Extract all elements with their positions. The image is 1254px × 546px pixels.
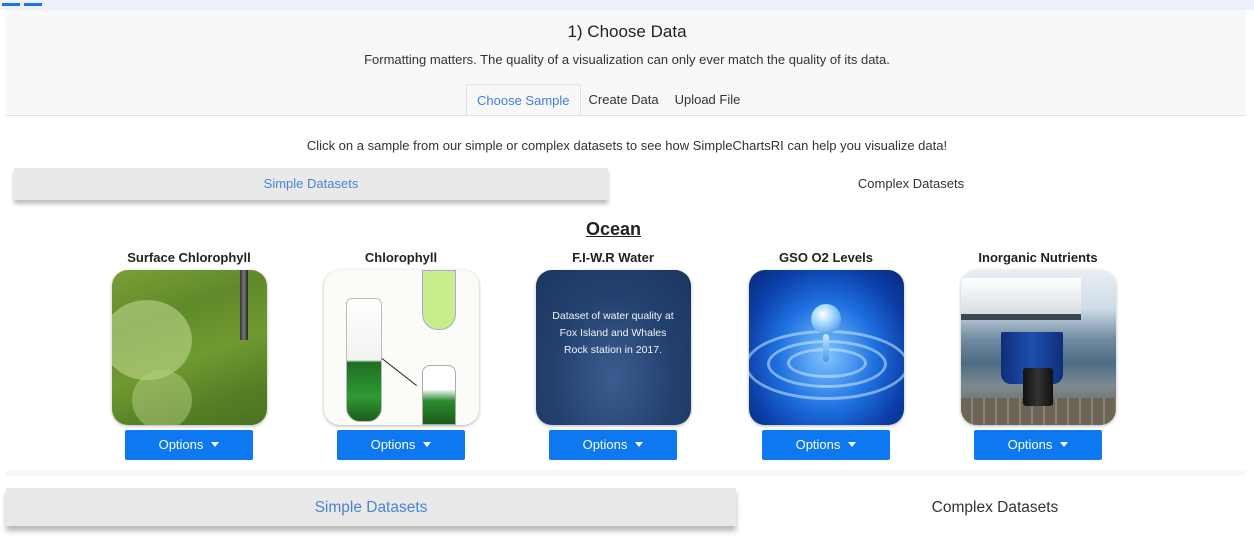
caret-down-icon [211,442,220,448]
options-label: Options [158,437,204,452]
dataset-description: Dataset of water quality at Fox Island a… [552,310,674,356]
tab-upload-file[interactable]: Upload File [667,84,749,116]
options-button[interactable]: Options [974,430,1102,460]
category-heading: Ocean [585,219,642,239]
bottom-dataset-tabs: Simple Datasets Complex Datasets [6,488,1254,532]
dataset-card-chlorophyll: Chlorophyll Options [321,250,481,460]
instruction-text: Click on a sample from our simple or com… [306,138,948,153]
page-title: 1) Choose Data [567,22,687,41]
dataset-title: F.I-W.R Water [572,250,654,265]
options-label: Options [1007,437,1053,452]
dataset-card-gso-o2-levels: GSO O2 Levels Options [746,250,906,460]
dataset-title: Chlorophyll [364,250,438,265]
options-label: Options [582,437,628,452]
water-dataset-card-icon[interactable]: Dataset of water quality at Fox Island a… [535,270,691,425]
lab-tubes-diagram-icon[interactable] [323,270,479,425]
dataset-type-tabs: Simple Datasets Complex Datasets [14,168,1214,200]
dataset-title: Surface Chlorophyll [127,250,251,265]
options-label: Options [795,437,841,452]
data-source-tabs: Choose Sample Create Data Upload File [466,84,748,116]
options-button[interactable]: Options [337,430,465,460]
caret-down-icon [423,442,432,448]
dataset-card-surface-chlorophyll: Surface Chlorophyll Options [109,250,269,460]
dataset-title: Inorganic Nutrients [978,250,1098,265]
top-strip [0,0,1254,10]
tab-complex-datasets[interactable]: Complex Datasets [608,168,1214,200]
tab-choose-sample[interactable]: Choose Sample [466,84,581,116]
tab-simple-datasets-bottom[interactable]: Simple Datasets [6,488,736,526]
options-button[interactable]: Options [549,430,677,460]
tab-complex-datasets-bottom[interactable]: Complex Datasets [736,488,1254,528]
water-drop-photo-icon[interactable] [748,270,904,425]
caret-down-icon [635,442,644,448]
dataset-title: GSO O2 Levels [779,250,873,265]
tab-simple-datasets[interactable]: Simple Datasets [14,168,608,200]
caret-down-icon [848,442,857,448]
dataset-card-fiwr-water: F.I-W.R Water Dataset of water quality a… [533,250,693,460]
page-subtitle: Formatting matters. The quality of a vis… [364,52,890,67]
top-link-fragment[interactable] [2,0,44,10]
harbor-bucket-photo-icon[interactable] [960,270,1116,425]
options-button[interactable]: Options [125,430,253,460]
options-button[interactable]: Options [762,430,890,460]
tab-create-data[interactable]: Create Data [581,84,667,116]
caret-down-icon [1060,442,1069,448]
dataset-card-inorganic-nutrients: Inorganic Nutrients Options [958,250,1118,460]
algae-photo-icon[interactable] [111,270,267,425]
options-label: Options [370,437,416,452]
